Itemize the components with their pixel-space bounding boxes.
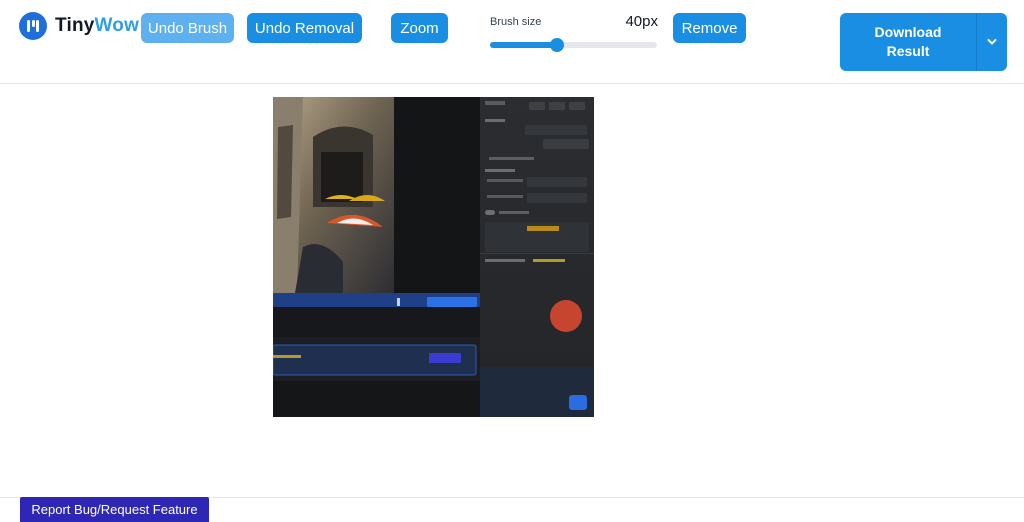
download-result-button[interactable]: Download Result: [840, 13, 976, 71]
logo-text-part1: Tiny: [55, 15, 95, 36]
brush-size-value: 40px: [625, 13, 658, 30]
report-bug-button[interactable]: Report Bug/Request Feature: [20, 497, 209, 522]
logo[interactable]: TinyWow: [19, 12, 139, 40]
brush-size-slider-fill: [490, 42, 557, 48]
zoom-button[interactable]: Zoom: [391, 13, 448, 43]
logo-text: TinyWow: [55, 15, 139, 37]
download-result-button-group: Download Result: [840, 13, 1007, 71]
brush-size-slider[interactable]: [490, 38, 657, 52]
tinywow-logo-icon: [19, 12, 47, 40]
download-options-button[interactable]: [976, 13, 1007, 71]
remove-button[interactable]: Remove: [673, 13, 746, 43]
uploaded-image: [273, 97, 594, 417]
top-toolbar: TinyWow Undo Brush Undo Removal Zoom Bru…: [0, 0, 1024, 84]
brush-size-label: Brush size: [490, 16, 542, 28]
undo-removal-button[interactable]: Undo Removal: [247, 13, 362, 43]
download-label-line1: Download: [874, 24, 942, 40]
logo-text-part2: Wow: [94, 15, 140, 36]
download-label-line2: Result: [886, 43, 930, 59]
undo-brush-button[interactable]: Undo Brush: [141, 13, 234, 43]
image-canvas[interactable]: [273, 97, 594, 417]
brush-size-control: Brush size 40px: [490, 12, 658, 52]
chevron-down-icon: [987, 39, 997, 45]
brush-size-slider-thumb[interactable]: [549, 38, 564, 52]
